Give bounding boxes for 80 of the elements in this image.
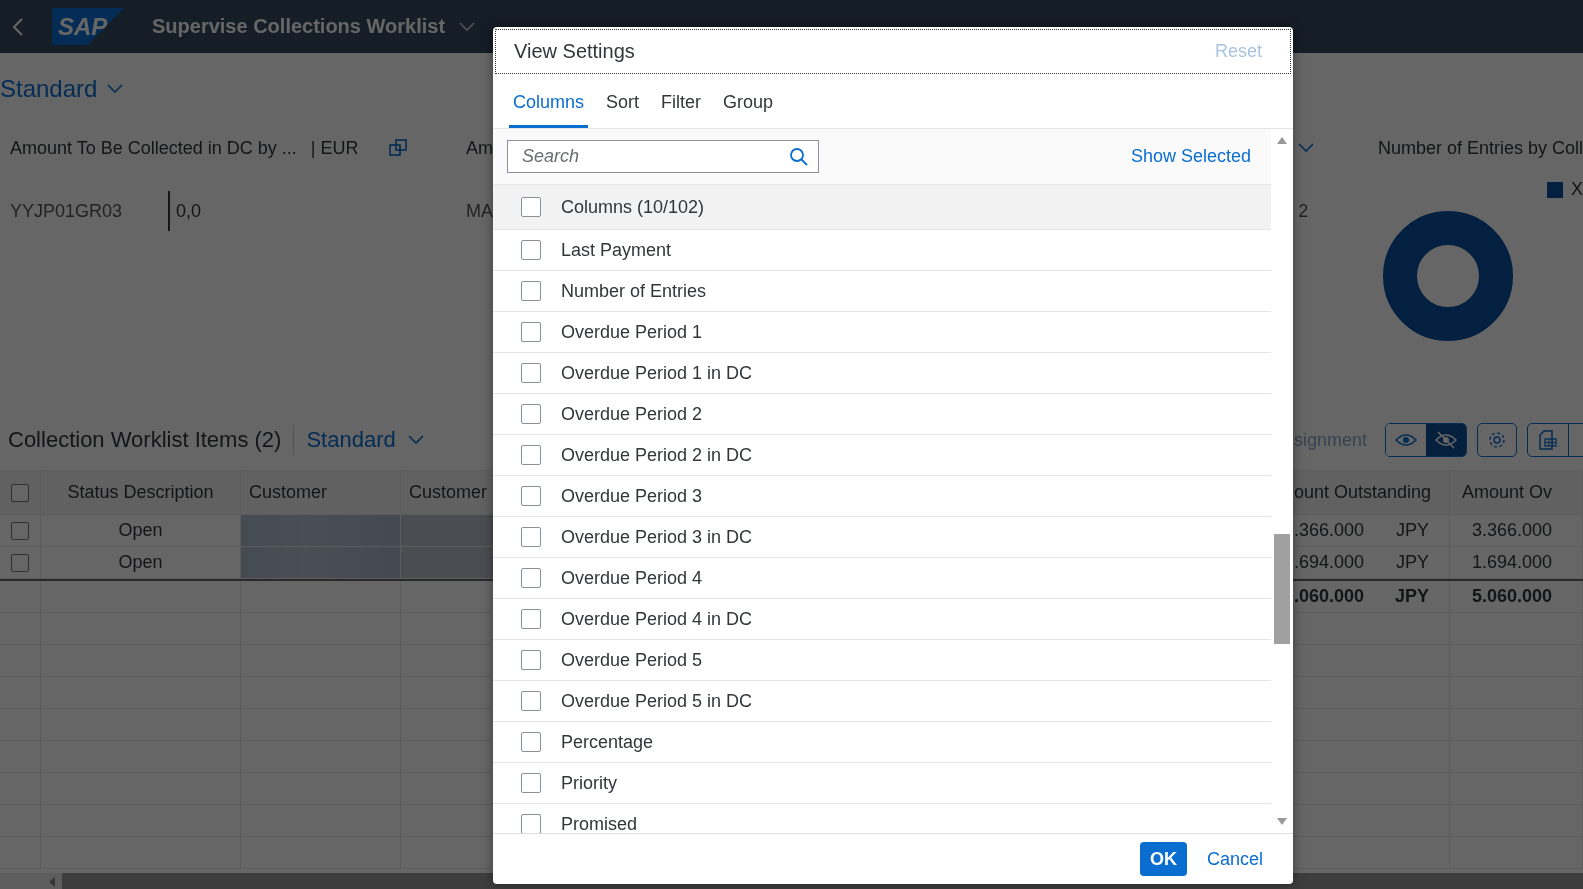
row-checkbox[interactable] bbox=[11, 553, 29, 572]
tab[interactable]: Filter bbox=[657, 76, 706, 128]
total-cell: 5.060.000 bbox=[1450, 581, 1583, 612]
list-item-label[interactable]: Overdue Period 1 in DC bbox=[561, 362, 753, 384]
eye-slash-button[interactable] bbox=[1426, 424, 1466, 456]
kpi-title: Amount To Be Collected in DC by ... bbox=[10, 137, 297, 159]
checkbox[interactable] bbox=[521, 650, 541, 670]
kpi-label: MA bbox=[465, 200, 493, 222]
spreadsheet-icon bbox=[1536, 429, 1558, 451]
table-title: Collection Worklist Items (2) bbox=[8, 427, 282, 453]
list-item-label[interactable]: Promised bbox=[561, 813, 638, 833]
list-item-label[interactable]: Overdue Period 4 bbox=[561, 567, 703, 589]
checkbox[interactable] bbox=[521, 240, 541, 260]
chevron-down-icon[interactable] bbox=[1298, 143, 1315, 153]
table-cell: .694.000 bbox=[1294, 552, 1365, 573]
list-item-label[interactable]: Last Payment bbox=[561, 239, 672, 261]
table-cell: .366.000 bbox=[1294, 520, 1365, 541]
chart-title: Number of Entries by Coll bbox=[1377, 137, 1583, 159]
row-checkbox[interactable] bbox=[11, 521, 29, 540]
ok-button[interactable]: OK bbox=[1139, 842, 1187, 876]
total-cell: JPY bbox=[1394, 586, 1429, 607]
kpi-label: YYJP01GR03 bbox=[10, 200, 123, 222]
table-cell: JPY bbox=[1396, 552, 1429, 573]
list-item-label[interactable]: Overdue Period 4 in DC bbox=[561, 608, 753, 630]
scrollbar-thumb[interactable] bbox=[1274, 534, 1290, 644]
scroll-down-icon[interactable] bbox=[1277, 818, 1287, 825]
checkbox[interactable] bbox=[521, 773, 541, 793]
list-item-label[interactable]: Overdue Period 3 in DC bbox=[561, 526, 753, 548]
kpi-title: Am bbox=[465, 137, 493, 159]
checkbox[interactable] bbox=[521, 281, 541, 301]
popout-icon[interactable] bbox=[388, 139, 407, 157]
list-item-label[interactable]: Columns (10/102) bbox=[561, 196, 705, 218]
settings-button[interactable] bbox=[1477, 423, 1517, 457]
checkbox[interactable] bbox=[521, 814, 541, 833]
search-icon[interactable] bbox=[789, 147, 809, 167]
export-button[interactable] bbox=[1527, 423, 1583, 457]
select-all-checkbox[interactable] bbox=[11, 483, 29, 502]
list-item-label[interactable]: Overdue Period 5 in DC bbox=[561, 690, 753, 712]
cancel-button[interactable]: Cancel bbox=[1196, 842, 1273, 876]
settings-icon bbox=[1487, 430, 1507, 450]
kpi-unit: | EUR bbox=[310, 137, 359, 159]
table-cell: JPY bbox=[1396, 520, 1429, 541]
show-selected-link[interactable]: Show Selected bbox=[1130, 146, 1251, 167]
checkbox[interactable] bbox=[521, 609, 541, 629]
table-cell: 1.694.000 bbox=[1450, 547, 1583, 578]
checkbox[interactable] bbox=[521, 486, 541, 506]
checkbox[interactable] bbox=[521, 691, 541, 711]
list-item-label[interactable]: Overdue Period 2 in DC bbox=[561, 444, 753, 466]
list-item-label[interactable]: Overdue Period 3 bbox=[561, 485, 703, 507]
scroll-left-icon[interactable] bbox=[48, 876, 56, 887]
legend-label: X bbox=[1570, 179, 1583, 200]
checkbox[interactable] bbox=[521, 363, 541, 383]
eye-icon bbox=[1395, 433, 1417, 447]
checkbox[interactable] bbox=[521, 732, 541, 752]
list-item-label[interactable]: Number of Entries bbox=[561, 280, 707, 302]
legend-swatch bbox=[1546, 181, 1563, 198]
tab[interactable]: Group bbox=[719, 76, 778, 128]
checkbox[interactable] bbox=[521, 404, 541, 424]
scroll-up-icon[interactable] bbox=[1277, 137, 1287, 144]
checkbox[interactable] bbox=[521, 445, 541, 465]
checkbox[interactable] bbox=[521, 568, 541, 588]
dialog-title: View Settings bbox=[514, 40, 635, 63]
list-item-label[interactable]: Overdue Period 5 bbox=[561, 649, 703, 671]
list-item-label[interactable]: Percentage bbox=[561, 731, 654, 753]
eye-slash-icon bbox=[1435, 431, 1457, 449]
table-cell: 3.366.000 bbox=[1450, 515, 1583, 546]
search-field[interactable]: Search bbox=[507, 140, 819, 173]
kpi-value: 2 bbox=[1298, 200, 1309, 222]
chevron-down-icon[interactable] bbox=[107, 84, 124, 94]
list-item-label[interactable]: Overdue Period 2 bbox=[561, 403, 703, 425]
checkbox[interactable] bbox=[521, 197, 541, 217]
kpi-value: 0,0 bbox=[176, 200, 202, 222]
list-item-label[interactable]: Overdue Period 1 bbox=[561, 321, 703, 343]
back-icon[interactable] bbox=[12, 16, 24, 37]
chevron-down-icon[interactable] bbox=[407, 435, 424, 445]
checkbox[interactable] bbox=[521, 527, 541, 547]
total-cell: .060.000 bbox=[1294, 586, 1365, 607]
list-item-label[interactable]: Priority bbox=[561, 772, 617, 794]
checkbox[interactable] bbox=[521, 322, 541, 342]
tab[interactable]: Sort bbox=[602, 76, 644, 128]
